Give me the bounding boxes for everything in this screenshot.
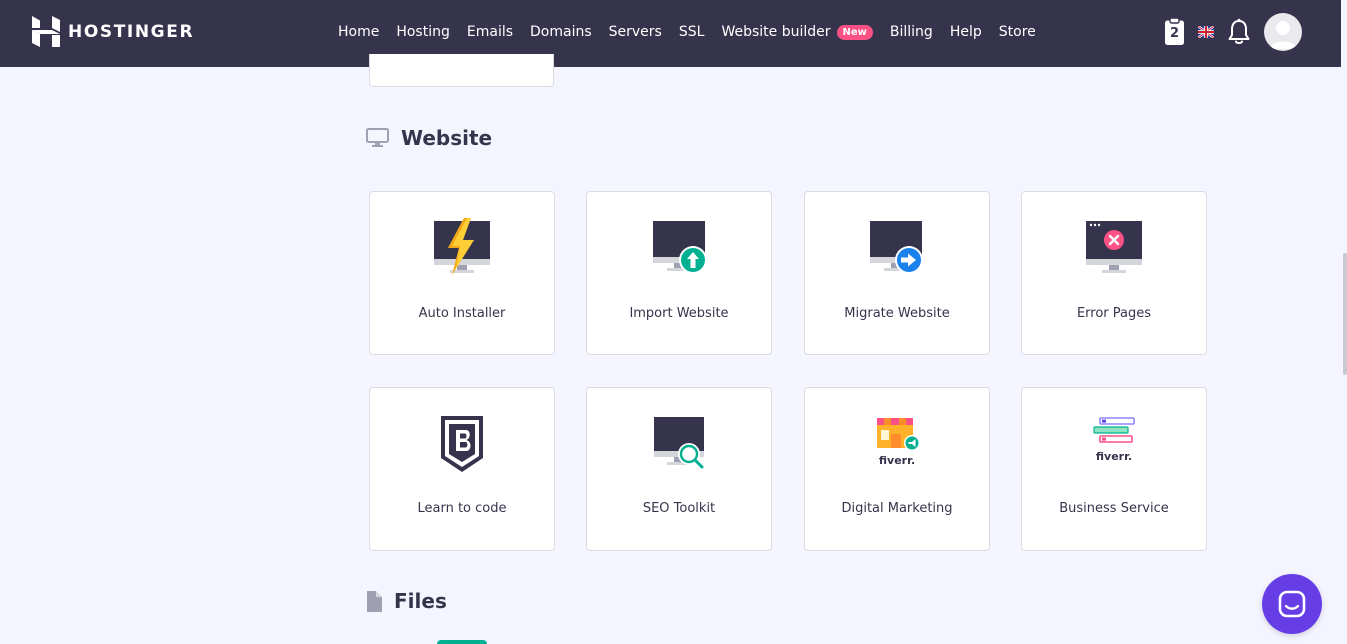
previous-card[interactable]: [369, 54, 554, 87]
nav-item-hosting[interactable]: Hosting: [396, 24, 450, 40]
digital-marketing-card[interactable]: fiverr. Digital Marketing: [804, 387, 990, 551]
auto-installer-card[interactable]: Auto Installer: [369, 191, 555, 355]
error-pages-icon: [1086, 221, 1142, 273]
nav-item-emails[interactable]: Emails: [467, 24, 513, 40]
auto-installer-label: Auto Installer: [418, 306, 506, 321]
fiverr-wordmark-business: fiverr.: [1096, 450, 1132, 463]
seo-toolkit-icon: [654, 417, 704, 469]
migrate-website-card[interactable]: Migrate Website: [804, 191, 990, 355]
business-service-label: Business Service: [1059, 501, 1169, 516]
nav-item-ssl[interactable]: SSL: [679, 24, 705, 40]
chat-button[interactable]: [1262, 574, 1322, 634]
new-badge: New: [836, 24, 873, 40]
brand-name: HOSTINGER: [68, 21, 195, 42]
nav-item-website-builder[interactable]: Website builder New: [721, 24, 873, 40]
error-pages-card[interactable]: Error Pages: [1021, 191, 1207, 355]
auto-installer-icon: [434, 218, 490, 275]
error-pages-label: Error Pages: [1076, 306, 1152, 321]
user-avatar[interactable]: [1264, 13, 1302, 51]
import-website-label: Import Website: [629, 306, 729, 321]
files-card-peek[interactable]: [437, 640, 487, 644]
nav-item-help[interactable]: Help: [950, 24, 982, 40]
brand-logo[interactable]: HOSTINGER: [32, 16, 194, 47]
website-section-header: Website: [366, 126, 492, 150]
uk-flag-icon[interactable]: [1198, 26, 1214, 38]
files-section-header: Files: [366, 589, 447, 613]
hostinger-logo-icon: [32, 16, 60, 47]
top-navigation-bar: HOSTINGER Home Hosting Emails Domains Se…: [0, 0, 1341, 67]
fiverr-business-icon: fiverr.: [1093, 417, 1135, 463]
nav-item-servers[interactable]: Servers: [609, 24, 662, 40]
cart-count: 2: [1169, 26, 1180, 41]
bell-icon[interactable]: [1228, 18, 1250, 46]
cart-button[interactable]: 2: [1164, 17, 1185, 46]
fiverr-wordmark: fiverr.: [879, 454, 915, 467]
nav-item-store[interactable]: Store: [999, 24, 1036, 40]
nav-item-home[interactable]: Home: [338, 24, 379, 40]
business-service-card[interactable]: fiverr. Business Service: [1021, 387, 1207, 551]
learn-to-code-card[interactable]: Learn to code: [369, 387, 555, 551]
learn-to-code-icon: [441, 416, 483, 472]
chat-icon: [1278, 590, 1306, 618]
learn-to-code-label: Learn to code: [417, 501, 507, 516]
import-website-icon: [653, 221, 707, 274]
nav-item-billing[interactable]: Billing: [890, 24, 933, 40]
files-section-title: Files: [394, 589, 447, 613]
migrate-website-label: Migrate Website: [844, 306, 950, 321]
migrate-website-icon: [870, 221, 923, 274]
import-website-card[interactable]: Import Website: [586, 191, 772, 355]
nav-item-domains[interactable]: Domains: [530, 24, 592, 40]
seo-toolkit-card[interactable]: SEO Toolkit: [586, 387, 772, 551]
nav-item-website-builder-label: Website builder: [721, 24, 831, 40]
fiverr-marketing-icon: fiverr.: [877, 418, 920, 467]
monitor-icon: [366, 128, 389, 147]
digital-marketing-label: Digital Marketing: [841, 501, 953, 516]
user-avatar-icon: [1269, 21, 1297, 49]
website-section-title: Website: [401, 126, 493, 150]
seo-toolkit-label: SEO Toolkit: [642, 501, 716, 516]
scrollbar-thumb[interactable]: [1343, 253, 1347, 375]
file-icon: [367, 590, 382, 612]
